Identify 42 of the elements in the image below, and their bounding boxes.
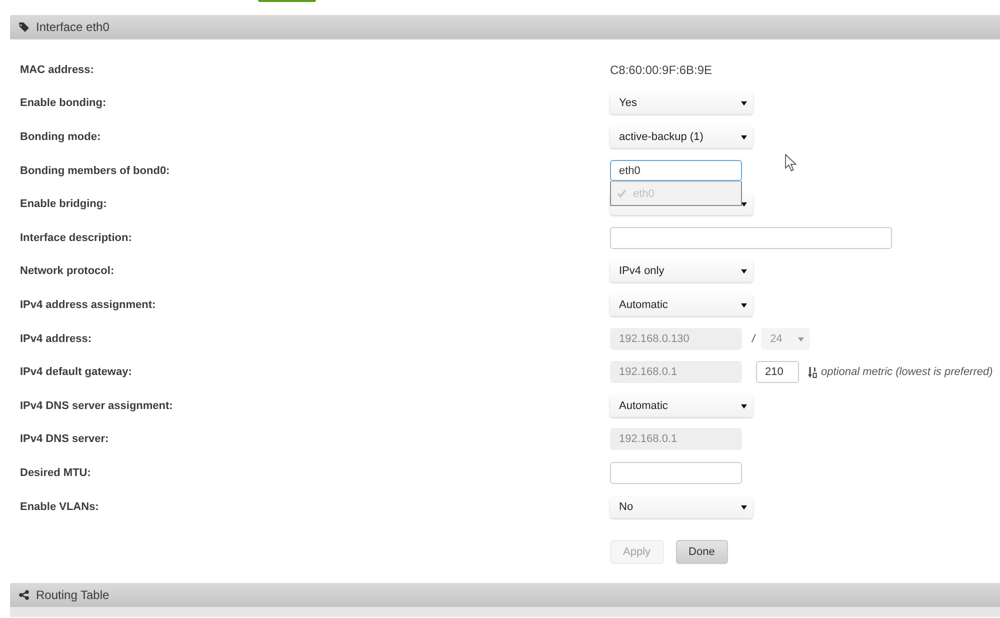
panel-title: Routing Table — [36, 588, 110, 602]
caret-icon — [741, 302, 747, 308]
field-label: Enable bonding: — [20, 97, 106, 110]
field-label: Desired MTU: — [20, 466, 91, 479]
caret-icon — [798, 336, 804, 342]
field-label: Enable VLANs: — [20, 500, 99, 513]
field-value: C8:60:00:9F:6B:9E — [610, 62, 712, 77]
caret-icon — [741, 404, 747, 409]
text-field[interactable] — [610, 462, 742, 484]
select-field[interactable]: Automatic — [610, 294, 753, 316]
field-label: Bonding members of bond0: — [20, 164, 170, 177]
mouse-pointer-icon — [785, 154, 797, 172]
panel-title: Interface eth0 — [36, 20, 110, 34]
field-label: MAC address: — [20, 64, 94, 76]
select-field[interactable]: Automatic — [610, 394, 753, 417]
field-label: Enable bridging: — [20, 198, 107, 210]
separator-text: / — [752, 332, 756, 345]
field-label: IPv4 address assignment: — [20, 298, 156, 311]
field-label: Bonding mode: — [20, 130, 101, 143]
share-icon — [19, 590, 29, 600]
field-label: Network protocol: — [20, 265, 114, 278]
field-label: IPv4 default gateway: — [20, 366, 132, 378]
tag-icon — [19, 22, 29, 32]
done-button[interactable]: Done — [676, 540, 728, 564]
field-label: IPv4 DNS server assignment: — [20, 400, 173, 412]
caret-icon — [741, 504, 747, 510]
caret-icon — [741, 202, 747, 208]
sort-icon — [808, 366, 817, 378]
field-label: IPv4 address: — [20, 332, 92, 345]
field-label: IPv4 DNS server: — [20, 433, 109, 446]
caret-icon — [741, 101, 747, 106]
select-field[interactable]: Yes — [610, 92, 753, 114]
caret-icon — [741, 269, 747, 274]
multiselect-field[interactable]: eth0 — [610, 160, 742, 182]
select-field[interactable]: No — [610, 496, 753, 518]
button-edge — [258, 0, 316, 2]
select-field[interactable]: IPv4 only — [610, 260, 753, 282]
hint-text: optional metric (lowest is preferred) — [821, 366, 993, 378]
field-label: Interface description: — [20, 232, 132, 244]
caret-icon — [741, 134, 747, 140]
text-field[interactable] — [610, 226, 892, 249]
select-field[interactable]: active-backup (1) — [610, 126, 753, 148]
